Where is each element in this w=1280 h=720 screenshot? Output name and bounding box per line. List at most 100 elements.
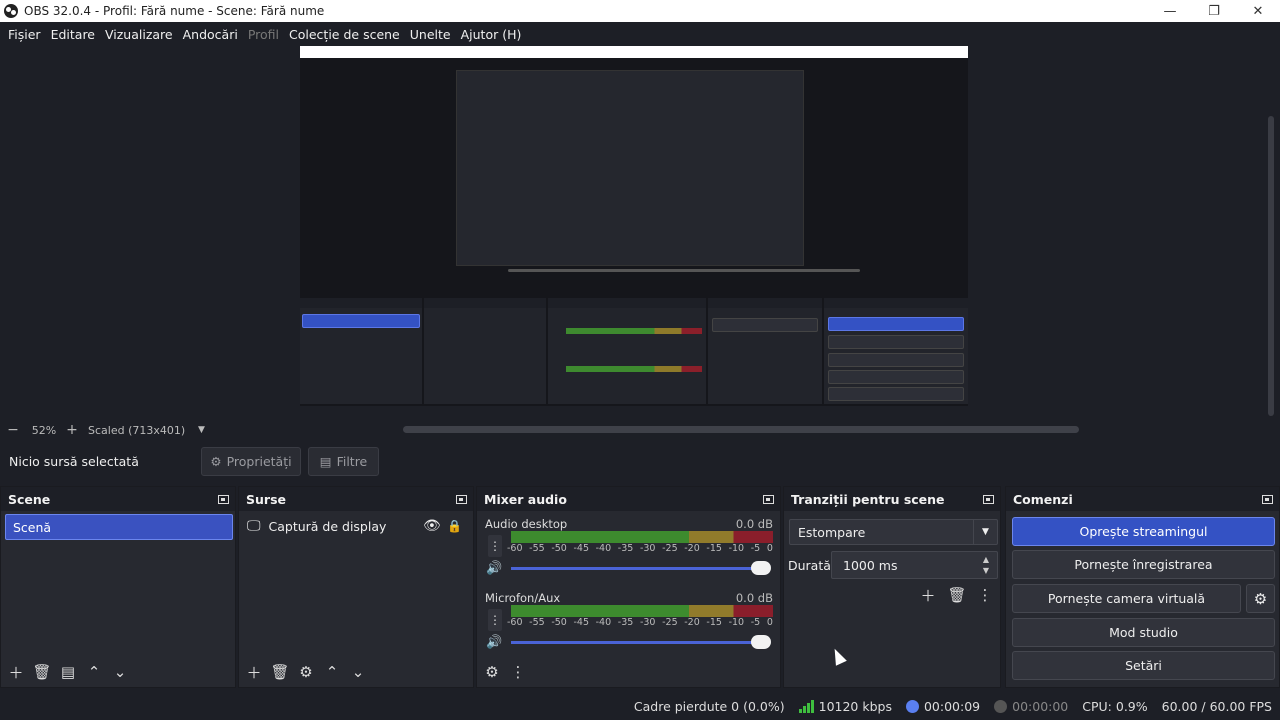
tick: -35 [617, 617, 634, 628]
zoom-out-icon[interactable]: − [0, 422, 26, 438]
menu-tools[interactable]: Unelte [405, 27, 456, 42]
nested-vcam [828, 353, 964, 367]
spin-arrows[interactable]: ▲ ▼ [975, 552, 997, 578]
move-up-icon[interactable]: ⌃ [321, 661, 343, 683]
tick: -20 [684, 617, 700, 628]
move-down-icon[interactable]: ⌄ [347, 661, 369, 683]
menu-help[interactable]: Ajutor (H) [456, 27, 527, 42]
mixer-channel-desktop: Audio desktop 0.0 dB ⋮ -60 -55 -50 -45 -40 -3… [485, 517, 773, 579]
nested-title-bar [300, 46, 968, 58]
controls-dock: Comenzi Oprește streamingul Pornește înr… [1005, 486, 1280, 688]
program-preview[interactable] [300, 46, 968, 420]
menu-view[interactable]: Vizualizare [100, 27, 178, 42]
menu-edit[interactable]: Editare [46, 27, 100, 42]
volume-slider[interactable] [511, 567, 769, 570]
mixer-channel-mic: Microfon/Aux 0.0 dB ⋮ -60 -55 -50 -45 -40 -35… [485, 591, 773, 653]
stop-streaming-button[interactable]: Oprește streamingul [1012, 517, 1275, 546]
start-recording-button[interactable]: Pornește înregistrarea [1012, 550, 1275, 579]
volume-slider-handle[interactable] [751, 561, 771, 575]
menu-scene-collection[interactable]: Colecție de scene [284, 27, 405, 42]
scenes-header: Scene [1, 487, 235, 511]
tick: -55 [529, 543, 545, 554]
tick: -10 [728, 543, 745, 554]
add-icon[interactable]: ＋ [5, 661, 27, 683]
chevron-down-icon[interactable]: ▼ [198, 425, 212, 435]
lock-icon[interactable]: 🔒 [447, 519, 462, 533]
duration-spinbox[interactable]: 1000 ms ▲ ▼ [831, 551, 998, 579]
close-icon[interactable]: ✕ [1236, 0, 1280, 22]
source-item[interactable]: 🖵 Captură de display 👁 🔒 [247, 515, 469, 537]
tick: -60 [507, 543, 523, 554]
more-options-icon[interactable]: ⋮ [507, 661, 529, 683]
menu-file[interactable]: Fișier [3, 27, 46, 42]
volume-slider[interactable] [511, 641, 769, 644]
volume-slider-handle[interactable] [751, 635, 771, 649]
record-time: 00:00:00 [1012, 698, 1069, 714]
tick: -55 [529, 617, 545, 628]
tick: 0 [766, 617, 773, 628]
more-options-icon[interactable]: ⋮ [488, 535, 502, 557]
virtual-camera-settings-button[interactable]: ⚙ [1246, 584, 1275, 613]
undock-icon[interactable] [1262, 494, 1273, 504]
scenes-dock: Scene Scenă ＋ 🗑 ▤ ⌃ ⌄ [0, 486, 236, 688]
menu-profile[interactable]: Profil [243, 27, 284, 42]
mixer-dock: Mixer audio Audio desktop 0.0 dB ⋮ -60 -5… [476, 486, 781, 688]
horizontal-scrollbar[interactable] [403, 426, 1079, 433]
nested-studio [828, 370, 964, 384]
undock-icon[interactable] [218, 494, 229, 504]
fps-status: 60.00 / 60.00 FPS [1161, 698, 1272, 714]
properties-button[interactable]: ⚙ Proprietăți [201, 447, 301, 476]
mixer-header: Mixer audio [477, 487, 780, 511]
chevron-up-icon[interactable]: ▲ [983, 554, 989, 565]
sources-toolbar: ＋ 🗑 ⚙ ⌃ ⌄ [239, 657, 473, 687]
tick: -25 [662, 543, 678, 554]
channel-level: 0.0 dB [735, 517, 773, 531]
speaker-icon[interactable]: 🔊 [486, 635, 504, 651]
more-options-icon[interactable]: ⋮ [974, 584, 996, 606]
scale-mode-select[interactable]: Scaled (713x401) [82, 424, 198, 437]
gear-icon[interactable]: ⚙ [295, 661, 317, 683]
audio-settings-icon[interactable]: ⚙ [481, 661, 503, 683]
trash-icon[interactable]: 🗑 [31, 661, 53, 683]
duration-value: 1000 ms [843, 557, 898, 573]
nested-scrollbar [508, 269, 860, 272]
sources-title: Surse [246, 491, 286, 507]
monitor-icon: 🖵 [247, 518, 261, 534]
move-up-icon[interactable]: ⌃ [83, 661, 105, 683]
zoom-in-icon[interactable]: + [62, 422, 82, 438]
nested-transition-combo [712, 318, 818, 332]
tick: -5 [750, 543, 761, 554]
undock-icon[interactable] [763, 494, 774, 504]
trash-icon[interactable]: 🗑 [946, 584, 968, 606]
transition-select[interactable]: Estompare ▼ [789, 519, 998, 545]
scene-item[interactable]: Scenă [5, 514, 233, 540]
nested-sources-dock [424, 298, 546, 404]
sources-header: Surse [239, 487, 473, 511]
move-down-icon[interactable]: ⌄ [109, 661, 131, 683]
vertical-scrollbar[interactable] [1268, 116, 1274, 416]
bitrate-status: 10120 kbps [798, 699, 892, 714]
more-options-icon[interactable]: ⋮ [488, 609, 502, 631]
tick: -45 [573, 617, 589, 628]
undock-icon[interactable] [983, 494, 994, 504]
restore-icon[interactable]: ❐ [1192, 0, 1236, 22]
studio-mode-button[interactable]: Mod studio [1012, 618, 1275, 647]
tick: -30 [639, 617, 656, 628]
menu-docks[interactable]: Andocări [178, 27, 243, 42]
volume-meter [511, 531, 773, 543]
menu-bar: Fișier Editare Vizualizare Andocări Prof… [0, 22, 1280, 46]
filter-icon[interactable]: ▤ [57, 661, 79, 683]
add-icon[interactable]: ＋ [243, 661, 265, 683]
settings-button[interactable]: Setări [1012, 651, 1275, 680]
channel-name: Audio desktop [485, 517, 568, 531]
eye-icon[interactable]: 👁 [423, 518, 441, 534]
chevron-down-icon[interactable]: ▼ [983, 565, 989, 576]
start-virtual-camera-button[interactable]: Pornește camera virtuală [1012, 584, 1241, 613]
minimize-icon[interactable]: — [1148, 0, 1192, 22]
trash-icon[interactable]: 🗑 [269, 661, 291, 683]
dropped-frames: Cadre pierdute 0 (0.0%) [633, 698, 785, 714]
add-icon[interactable]: ＋ [917, 584, 939, 606]
filters-button[interactable]: ▤ Filtre [308, 447, 379, 476]
speaker-icon[interactable]: 🔊 [486, 561, 504, 577]
undock-icon[interactable] [456, 494, 467, 504]
